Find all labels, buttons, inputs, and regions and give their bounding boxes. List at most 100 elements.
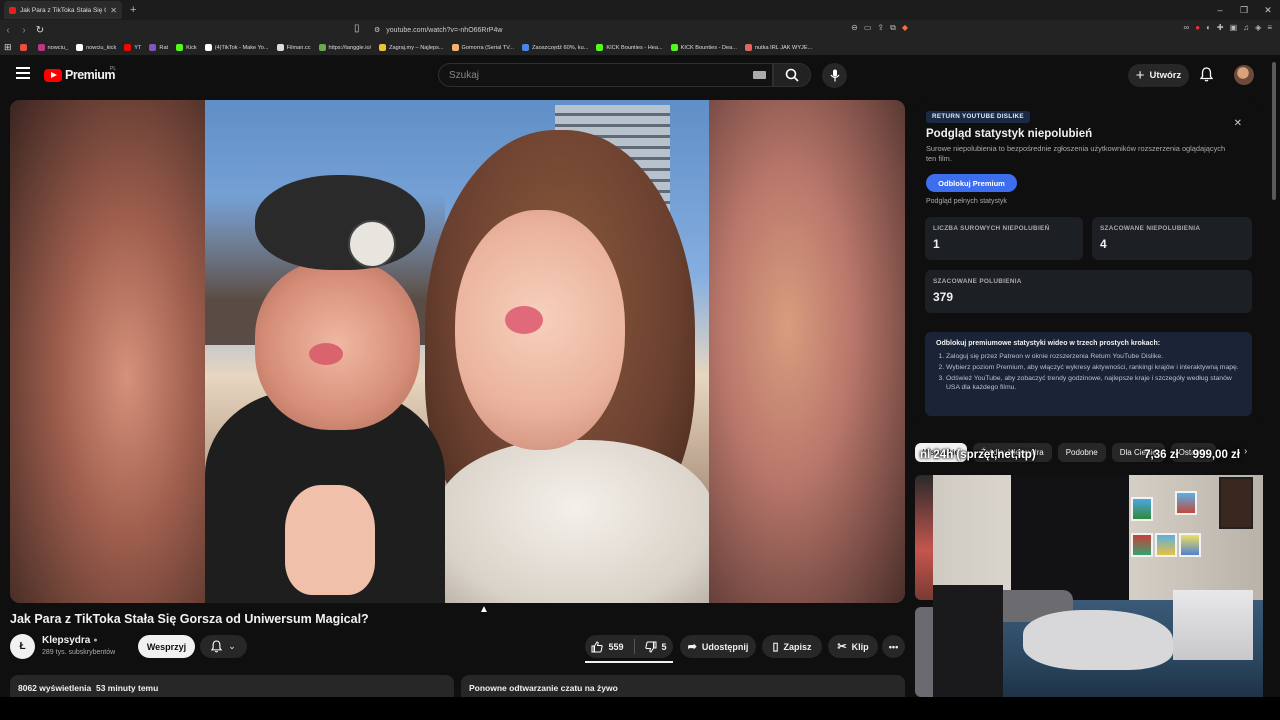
bookmark-item[interactable]: Gomorra (Serial TV... <box>451 44 514 51</box>
support-button[interactable]: Wesprzyj <box>138 635 195 658</box>
channel-name-link[interactable]: Klepsydra ● <box>42 635 98 646</box>
dislike-count: 5 <box>661 641 667 652</box>
bookmark-item[interactable]: YT <box>124 44 141 51</box>
verified-icon: ● <box>93 637 98 644</box>
bookmark-item[interactable]: Rat <box>149 44 168 51</box>
bookmark-favicon-icon <box>744 44 752 51</box>
webcam-overlay <box>933 475 1263 697</box>
tab-title: Jak Para z TikToka Stała Się G... <box>20 6 107 14</box>
menu-icon[interactable]: ≡ <box>1267 23 1272 32</box>
bookmark-item[interactable] <box>19 44 30 51</box>
bookmark-item[interactable]: KICK Bounties - Dea... <box>670 44 737 51</box>
close-tab-icon[interactable]: ✕ <box>110 6 117 15</box>
more-actions-button[interactable]: ••• <box>882 635 905 658</box>
peace-hand <box>285 485 375 595</box>
bookmark-item[interactable]: https://tanggle.io/ <box>318 44 371 51</box>
create-button[interactable]: + Utwórz <box>1128 64 1189 87</box>
forward-icon[interactable]: › <box>16 25 32 36</box>
video-blur-right <box>709 100 905 603</box>
url-text[interactable]: youtube.com/watch?v=-nhO66RrP4w <box>386 27 502 34</box>
save-button[interactable]: ▯ Zapisz <box>762 635 822 658</box>
bookmark-item[interactable]: nutka IRL JAK WYJE... <box>744 44 812 51</box>
like-count: 559 <box>608 641 624 652</box>
music-icon[interactable]: ♫ <box>1243 23 1249 32</box>
channel-avatar[interactable]: Ł <box>10 634 35 659</box>
estimated-dislikes-value: 4 <box>1100 237 1107 251</box>
overlay-goal-label: nl 24h (sprzęt,net,itp) <box>920 449 1036 461</box>
youtube-logo[interactable]: Premium <box>44 68 116 82</box>
bookmark-item[interactable]: nowciu_kick <box>76 44 116 51</box>
dislike-button[interactable]: 5 <box>644 641 667 653</box>
step-item: Zaloguj się przez Patreon w oknie rozsze… <box>946 352 1241 361</box>
full-stats-link[interactable]: Podgląd pełnych statystyk <box>926 198 1007 205</box>
zoom-icon[interactable]: ⊖ <box>851 23 858 33</box>
shield-icon[interactable]: ◆ <box>902 23 908 33</box>
plus-icon: + <box>1135 67 1145 84</box>
views-and-time: 8062 wyświetlenia 53 minuty temu <box>18 683 159 693</box>
share-button[interactable]: ➦ Udostępnij <box>680 635 756 658</box>
search-button[interactable] <box>773 63 811 87</box>
thumbs-up-icon <box>591 640 604 652</box>
new-tab-button[interactable]: + <box>130 4 136 16</box>
bookmark-item[interactable]: Kick <box>176 44 197 51</box>
record-icon[interactable]: ● <box>1195 23 1200 32</box>
channel-initial: Ł <box>19 641 26 652</box>
share-label: Udostępnij <box>701 641 749 652</box>
related-video-thumbnail[interactable] <box>915 475 933 600</box>
browser-tab[interactable]: Jak Para z TikToka Stała Się G... ✕ <box>4 1 122 19</box>
copy-icon[interactable]: ⧉ <box>890 23 896 33</box>
screenshot-icon[interactable]: ▭ <box>864 23 872 33</box>
close-icon[interactable]: ✕ <box>1234 118 1242 129</box>
wallet-icon[interactable]: ▣ <box>1230 23 1238 32</box>
maximize-icon[interactable]: ❐ <box>1232 0 1256 20</box>
bookmark-favicon-icon <box>670 44 678 51</box>
bookmark-item[interactable]: Zagraj.my – Najleps... <box>379 44 444 51</box>
webcam-picture-frame <box>1219 477 1253 529</box>
bookmark-item[interactable]: nowciu_ <box>37 44 68 51</box>
share-icon[interactable]: ⇪ <box>877 23 884 33</box>
video-blur-left <box>10 100 205 603</box>
user-avatar[interactable] <box>1234 65 1254 85</box>
minimize-icon[interactable]: – <box>1208 0 1232 20</box>
close-window-icon[interactable]: ✕ <box>1256 0 1280 20</box>
extension-icon[interactable]: ✚ <box>1217 23 1224 32</box>
audio-icon[interactable]: ◐ <box>1206 23 1211 32</box>
youtube-play-icon <box>44 68 62 82</box>
chevron-right-icon[interactable]: › <box>1244 446 1247 457</box>
unlock-premium-button[interactable]: Odblokuj Premium <box>926 174 1017 192</box>
bookmark-item[interactable]: Zaoszczędź 60%, ku... <box>522 44 588 51</box>
notifications-button[interactable] <box>1199 67 1214 87</box>
subscriber-count: 289 tys. subskrybentów <box>42 649 116 656</box>
keyboard-icon[interactable] <box>753 71 766 79</box>
chevron-down-icon: ⌄ <box>228 641 236 651</box>
address-bar[interactable]: ⚙ youtube.com/watch?v=-nhO66RrP4w <box>370 22 910 38</box>
logo-text: Premium <box>65 68 116 82</box>
video-player[interactable] <box>10 100 905 603</box>
back-icon[interactable]: ‹ <box>0 25 16 36</box>
clip-button[interactable]: ✂ Klip <box>828 635 878 658</box>
like-button[interactable]: 559 <box>591 640 624 653</box>
bookmark-item[interactable]: Filman.cc <box>276 44 311 51</box>
notification-settings-button[interactable]: ⌄ <box>200 635 247 658</box>
bookmark-icon[interactable]: ▯ <box>354 23 360 34</box>
bookmark-favicon-icon <box>451 44 459 51</box>
estimated-dislikes-label: SZACOWANE NIEPOLUBIENIA <box>1100 225 1201 232</box>
bookmark-favicon-icon <box>596 44 604 51</box>
brave-shield-icon[interactable]: ◈ <box>1255 23 1261 32</box>
voice-search-button[interactable] <box>822 63 847 88</box>
search-input[interactable] <box>439 64 739 86</box>
site-info-icon[interactable]: ⚙ <box>374 26 380 34</box>
bookmark-favicon-icon <box>37 44 45 51</box>
bookmark-favicon-icon <box>522 44 530 51</box>
bookmark-item[interactable]: (4)TikTok - Make Yo... <box>204 44 269 51</box>
apps-icon[interactable]: ⊞ <box>4 42 12 53</box>
related-video-thumbnail[interactable] <box>915 607 933 697</box>
bookmark-item[interactable]: KICK Bounties - Hea... <box>596 44 663 51</box>
youtube-favicon-icon <box>9 6 16 14</box>
reload-icon[interactable]: ↻ <box>32 25 48 36</box>
vpn-icon[interactable]: ∞ <box>1184 23 1190 32</box>
hamburger-menu-icon[interactable] <box>16 67 30 79</box>
bookmark-label: KICK Bounties - Dea... <box>680 44 737 51</box>
bookmark-label: Kick <box>186 44 197 51</box>
page-scrollbar[interactable] <box>1272 62 1276 200</box>
